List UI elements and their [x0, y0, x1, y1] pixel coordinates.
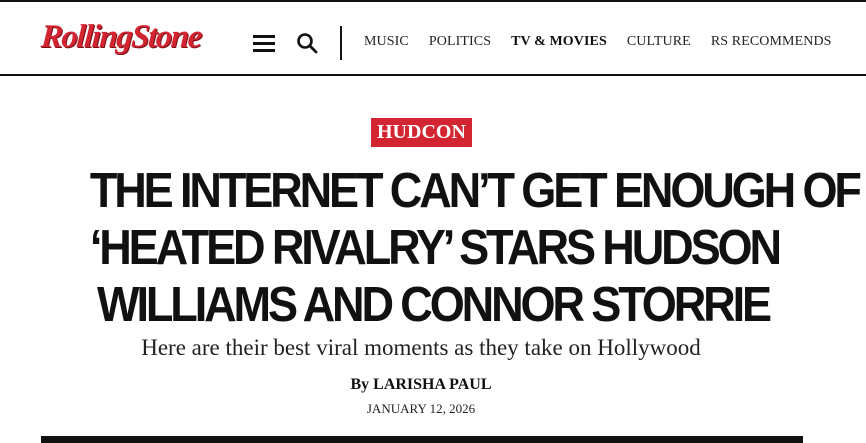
- main-nav: MUSIC POLITICS TV & MOVIES CULTURE RS RE…: [364, 34, 852, 50]
- nav-item-politics[interactable]: POLITICS: [429, 34, 491, 50]
- hamburger-menu-icon[interactable]: [253, 35, 275, 53]
- article-headline: THE INTERNET CAN’T GET ENOUGH OF ‘HEATED…: [89, 163, 862, 334]
- headline-line: ‘HEATED RIVALRY’ STARS HUDSON: [89, 221, 782, 275]
- header-divider: [340, 26, 342, 60]
- site-header: RollingStone MUSIC POLITICS TV & MOVIES …: [0, 8, 866, 76]
- byline: By LARISHA PAUL: [0, 376, 842, 394]
- search-icon[interactable]: [296, 32, 318, 54]
- headline-line: THE INTERNET CAN’T GET ENOUGH OF: [89, 164, 862, 218]
- nav-item-tv-movies[interactable]: TV & MOVIES: [511, 34, 607, 50]
- hero-image: [41, 436, 803, 443]
- author-link[interactable]: LARISHA PAUL: [373, 376, 491, 393]
- nav-item-culture[interactable]: CULTURE: [627, 34, 691, 50]
- nav-item-rs-recommends[interactable]: RS RECOMMENDS: [711, 34, 832, 50]
- publish-date: JANUARY 12, 2026: [366, 401, 476, 416]
- nav-item-music[interactable]: MUSIC: [364, 34, 409, 50]
- article-tag[interactable]: HUDCON: [371, 118, 472, 147]
- headline-line: WILLIAMS AND CONNOR STORRIE: [97, 278, 772, 332]
- byline-prefix: By: [350, 376, 370, 393]
- rolling-stone-logo[interactable]: RollingStone: [40, 19, 202, 56]
- top-rule: [0, 0, 866, 8]
- article-subheadline: Here are their best viral moments as the…: [141, 335, 701, 360]
